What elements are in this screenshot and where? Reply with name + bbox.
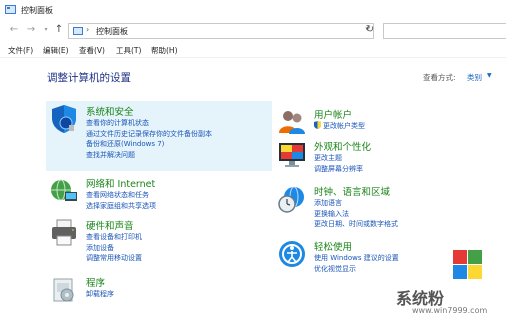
category-appearance-personalization[interactable]: 外观和个性化 更改主题 调整屏幕分辨率: [274, 136, 500, 176]
link-mobility-settings[interactable]: 调整常用移动设置: [86, 253, 142, 264]
programs-icon: [53, 278, 74, 302]
category-programs[interactable]: 程序 卸载程序: [46, 272, 272, 306]
ease-of-access-icon: [279, 241, 305, 267]
view-by-chevron-icon[interactable]: ▼: [487, 72, 492, 79]
navigation-bar: ← → ▾ ↑ › 控制面板 ▾ ↻: [0, 20, 506, 42]
category-title[interactable]: 轻松使用: [314, 239, 352, 253]
menu-view[interactable]: 查看(V): [79, 45, 105, 56]
link-date-time-format[interactable]: 更改日期、时间或数字格式: [314, 219, 398, 230]
refresh-icon[interactable]: ↻: [364, 24, 376, 36]
page-title: 调整计算机的设置: [47, 72, 131, 84]
link-change-theme[interactable]: 更改主题: [314, 153, 363, 164]
link-troubleshoot[interactable]: 查找并解决问题: [86, 150, 212, 161]
title-bar: 控制面板: [0, 0, 506, 20]
link-change-account-type-label[interactable]: 更改帐户类型: [323, 122, 365, 130]
menu-help[interactable]: 帮助(H): [151, 45, 178, 56]
link-file-history-backup[interactable]: 通过文件历史记录保存你的文件备份副本: [86, 129, 212, 140]
window-title: 控制面板: [21, 6, 53, 15]
control-panel-icon: [5, 5, 16, 14]
watermark-url: www.win7999.com: [412, 306, 488, 315]
menu-tools[interactable]: 工具(T): [116, 45, 141, 56]
link-devices-printers[interactable]: 查看设备和打印机: [86, 232, 142, 243]
shield-icon: [52, 105, 76, 133]
clock-globe-icon: [278, 186, 304, 213]
link-backup-restore[interactable]: 备份和还原(Windows 7): [86, 139, 212, 150]
category-title[interactable]: 系统和安全: [86, 104, 134, 118]
view-by-label: 查看方式:: [423, 73, 456, 82]
uac-shield-icon: [314, 121, 321, 129]
forward-arrow-icon[interactable]: →: [25, 24, 37, 36]
address-bar[interactable]: › 控制面板 ▾: [68, 23, 374, 39]
control-panel-content: 调整计算机的设置 查看方式: 类别 ▼ 系统和安全 查看你的计算机状态 通过文件…: [0, 58, 506, 322]
category-title[interactable]: 时钟、语言和区域: [314, 184, 390, 198]
recent-locations-chevron-icon[interactable]: ▾: [40, 24, 52, 36]
link-change-input-method[interactable]: 更换输入法: [314, 209, 398, 220]
link-uninstall-program[interactable]: 卸载程序: [86, 289, 114, 300]
printer-icon: [52, 219, 76, 246]
users-icon: [279, 111, 305, 134]
category-title[interactable]: 程序: [86, 275, 105, 289]
link-recommended-settings[interactable]: 使用 Windows 建议的设置: [314, 253, 399, 264]
link-optimize-visual-display[interactable]: 优化视觉显示: [314, 264, 399, 275]
breadcrumb-separator[interactable]: ›: [86, 25, 89, 34]
link-add-device[interactable]: 添加设备: [86, 243, 142, 254]
category-title[interactable]: 用户帐户: [314, 107, 352, 121]
link-add-language[interactable]: 添加语言: [314, 198, 398, 209]
menu-bar: 文件(F) 编辑(E) 查看(V) 工具(T) 帮助(H): [0, 42, 506, 58]
category-clock-language-region[interactable]: 时钟、语言和区域 添加语言 更换输入法 更改日期、时间或数字格式: [274, 181, 500, 231]
search-input[interactable]: [383, 23, 506, 39]
category-user-accounts[interactable]: 用户帐户 更改帐户类型: [274, 104, 500, 134]
menu-edit[interactable]: 编辑(E): [43, 45, 69, 56]
category-system-security[interactable]: 系统和安全 查看你的计算机状态 通过文件历史记录保存你的文件备份副本 备份和还原…: [46, 101, 272, 171]
category-title[interactable]: 网络和 Internet: [86, 176, 155, 190]
monitor-icon: [279, 143, 305, 167]
category-network-internet[interactable]: 网络和 Internet 查看网络状态和任务 选择家庭组和共享选项: [46, 173, 272, 212]
network-globe-icon: [51, 179, 77, 201]
category-hardware-sound[interactable]: 硬件和声音 查看设备和打印机 添加设备 调整常用移动设置: [46, 215, 272, 263]
breadcrumb-control-panel[interactable]: 控制面板: [96, 26, 128, 37]
view-by-dropdown[interactable]: 类别: [467, 72, 482, 83]
category-title[interactable]: 外观和个性化: [314, 139, 371, 153]
link-network-status[interactable]: 查看网络状态和任务: [86, 190, 156, 201]
back-arrow-icon[interactable]: ←: [8, 24, 20, 36]
category-title[interactable]: 硬件和声音: [86, 218, 134, 232]
link-view-computer-status[interactable]: 查看你的计算机状态: [86, 118, 212, 129]
watermark-logo-icon: [453, 250, 483, 280]
up-arrow-icon[interactable]: ↑: [53, 24, 65, 36]
link-screen-resolution[interactable]: 调整屏幕分辨率: [314, 164, 363, 175]
control-panel-icon: [73, 27, 83, 35]
link-change-account-type[interactable]: 更改帐户类型: [314, 121, 365, 132]
menu-file[interactable]: 文件(F): [8, 45, 33, 56]
link-homegroup-sharing[interactable]: 选择家庭组和共享选项: [86, 201, 156, 212]
